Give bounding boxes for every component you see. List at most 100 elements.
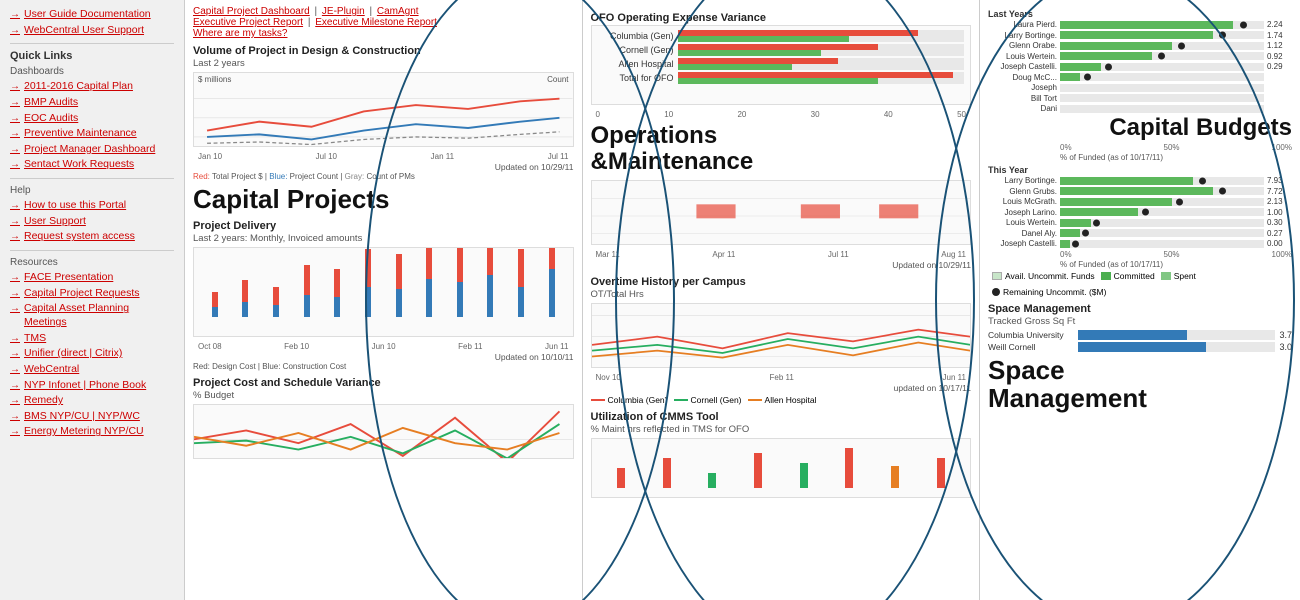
main-content: Capital Project Dashboard | JE-Plugin | … <box>185 0 1300 600</box>
space-big-label: SpaceManagement <box>988 356 1292 413</box>
delivery-legend: Red: Design Cost | Blue: Construction Co… <box>193 362 574 371</box>
resources-title: Resources <box>10 257 174 268</box>
person-pierd: Laura Pierd. 2.24 <box>988 20 1292 29</box>
delivery-updated: Updated on 10/10/11 <box>193 352 574 362</box>
operations-label: Operations&Maintenance <box>591 123 972 176</box>
sidebar-link-capital-asset[interactable]: Capital Asset Planning Meetings <box>10 302 174 329</box>
budget-axis-label-ly: % of Funded (as of 10/17/11) <box>988 153 1292 162</box>
person-bortinge-ly: Larry Bortinge. 1.74 <box>988 31 1292 40</box>
capital-projects-column: Capital Project Dashboard | JE-Plugin | … <box>185 0 583 600</box>
hbar-total: Total for OFO <box>598 72 965 84</box>
delivery-title: Project Delivery <box>193 220 574 232</box>
ofo-title: OFO Operating Expense Variance <box>591 12 972 24</box>
hbar-columbia: Columbia (Gen) <box>598 30 965 42</box>
pct-axis-this: 0%50%100% <box>988 250 1292 259</box>
hbar-cornell: Cornell (Gen) <box>598 44 965 56</box>
person-bortinge-ty: Larry Bortinge. 7.93 <box>988 176 1292 185</box>
cmms-sub: % Maint hrs reflected in TMS for OFO <box>591 424 972 435</box>
sidebar-link-user-guide[interactable]: User Guide Documentation <box>10 8 174 22</box>
capital-budgets-label: Capital Budgets <box>988 115 1292 141</box>
sidebar-link-capital-requests[interactable]: Capital Project Requests <box>10 287 174 301</box>
sidebar-link-user-support[interactable]: User Support <box>10 215 174 229</box>
sidebar-link-how-to[interactable]: How to use this Portal <box>10 199 174 213</box>
person-castelli-ty: Joseph Castelli. 0.00 <box>988 239 1292 248</box>
ops-line-chart <box>591 180 972 245</box>
operations-column: OFO Operating Expense Variance Columbia … <box>583 0 981 600</box>
person-wertein-ty: Louis Wertein. 0.30 <box>988 218 1292 227</box>
person-orabe: Glenn Orabe. 1.12 <box>988 41 1292 50</box>
link-exec-milestone[interactable]: Executive Milestone Report <box>315 17 437 28</box>
budget-axis-label-ty: % of Funded (as of 10/17/11) <box>988 260 1292 269</box>
sidebar-link-sentact[interactable]: Sentact Work Requests <box>10 158 174 172</box>
capital-projects-label: Capital Projects <box>193 185 574 214</box>
this-year-label: This Year <box>988 165 1292 175</box>
overtime-sub: OT/Total Hrs <box>591 289 972 300</box>
variance-title: Project Cost and Schedule Variance <box>193 377 574 389</box>
person-larino: Joseph Larino. 1.00 <box>988 208 1292 217</box>
top-links-row: Capital Project Dashboard | JE-Plugin | … <box>193 6 574 39</box>
ofo-axis: 01020304050 <box>591 110 972 119</box>
cmms-title: Utilization of CMMS Tool <box>591 411 972 423</box>
last-years-label: Last Years <box>988 9 1292 19</box>
sidebar: User Guide Documentation WebCentral User… <box>0 0 185 600</box>
overtime-axis: Nov 10Feb 11Jun 11 <box>591 373 972 382</box>
legend-columbia: Columbia (Gen) <box>608 395 668 405</box>
sidebar-link-nyp-infonet[interactable]: NYP Infonet | Phone Book <box>10 379 174 393</box>
help-title: Help <box>10 185 174 196</box>
sidebar-link-bmp[interactable]: BMP Audits <box>10 96 174 110</box>
budget-legend: Avail. Uncommit. Funds Committed Spent R… <box>988 271 1292 297</box>
sidebar-link-energy[interactable]: Energy Metering NYP/CU <box>10 425 174 439</box>
overtime-legend: Columbia (Gen) Cornell (Gen) Allen Hospi… <box>591 395 972 405</box>
delivery-axis: Oct 08Feb 10Jun 10Feb 11Jun 11 <box>193 342 574 351</box>
cmms-chart <box>591 438 972 498</box>
link-exec-report[interactable]: Executive Project Report <box>193 17 303 28</box>
variance-chart <box>193 404 574 459</box>
sidebar-link-bms[interactable]: BMS NYP/CU | NYP/WC <box>10 410 174 424</box>
person-wertein-ly: Louis Wertein. 0.92 <box>988 52 1292 61</box>
sidebar-link-pm-dashboard[interactable]: Project Manager Dashboard <box>10 143 174 157</box>
ofo-chart: Columbia (Gen) Cornell (Gen) Allen Hospi… <box>591 25 972 105</box>
person-mcgrath: Louis McGrath. 2.13 <box>988 197 1292 206</box>
vol-updated: Updated on 10/29/11 <box>193 162 574 172</box>
person-castelli-ly: Joseph Castelli. 0.29 <box>988 62 1292 71</box>
link-je-plugin[interactable]: JE-Plugin <box>322 6 365 17</box>
link-capital-dashboard[interactable]: Capital Project Dashboard <box>193 6 310 17</box>
sidebar-link-face[interactable]: FACE Presentation <box>10 271 174 285</box>
overtime-title: Overtime History per Campus <box>591 276 972 288</box>
sidebar-link-request-access[interactable]: Request system access <box>10 230 174 244</box>
ops-updated: Updated on 10/29/11 <box>591 260 972 270</box>
sidebar-link-tms[interactable]: TMS <box>10 332 174 346</box>
legend-cornell: Cornell (Gen) <box>691 395 742 405</box>
link-where-tasks[interactable]: Where are my tasks? <box>193 28 287 39</box>
link-camagnt[interactable]: CamAgnt <box>377 6 419 17</box>
overtime-updated: updated on 10/17/11 <box>591 383 972 393</box>
hbar-label-cornell: Cornell (Gen) <box>598 45 678 55</box>
sidebar-link-webcentral-support[interactable]: WebCentral User Support <box>10 24 174 38</box>
hbar-label-allen: Allen Hospital <box>598 59 678 69</box>
right-column: Last Years Laura Pierd. 2.24 Larry Borti… <box>980 0 1300 600</box>
pct-axis-last: 0%50%100% <box>988 143 1292 152</box>
hbar-label-columbia: Columbia (Gen) <box>598 31 678 41</box>
quick-links-title: Quick Links <box>10 50 174 62</box>
sidebar-link-webcentral2[interactable]: WebCentral <box>10 363 174 377</box>
overtime-chart <box>591 303 972 368</box>
space-columbia: Columbia University 3.7 <box>988 330 1292 340</box>
delivery-chart <box>193 247 574 337</box>
sidebar-link-prev-maint[interactable]: Preventive Maintenance <box>10 127 174 141</box>
space-mgmt-title: Space Management <box>988 303 1292 315</box>
y-label-millions: $ millions <box>198 75 231 84</box>
sidebar-link-remedy[interactable]: Remedy <box>10 394 174 408</box>
last-year-bars: Laura Pierd. 2.24 Larry Bortinge. 1.74 G… <box>988 20 1292 113</box>
person-grubs: Glenn Grubs. 7.72 <box>988 187 1292 196</box>
sidebar-link-eoc[interactable]: EOC Audits <box>10 112 174 126</box>
vol-section-title: Volume of Project in Design & Constructi… <box>193 45 574 57</box>
person-dani: Dani <box>988 104 1292 113</box>
vol-legend: Red: Total Project $ | Blue: Project Cou… <box>193 172 574 181</box>
dashboards-label: Dashboards <box>10 66 174 77</box>
person-danel: Danel Aly. 0.27 <box>988 229 1292 238</box>
legend-allen: Allen Hospital <box>765 395 817 405</box>
sidebar-link-unifier[interactable]: Unifier (direct | Citrix) <box>10 347 174 361</box>
vol-section-sub: Last 2 years <box>193 58 574 69</box>
sidebar-link-capital-plan[interactable]: 2011-2016 Capital Plan <box>10 80 174 94</box>
hbar-allen: Allen Hospital <box>598 58 965 70</box>
